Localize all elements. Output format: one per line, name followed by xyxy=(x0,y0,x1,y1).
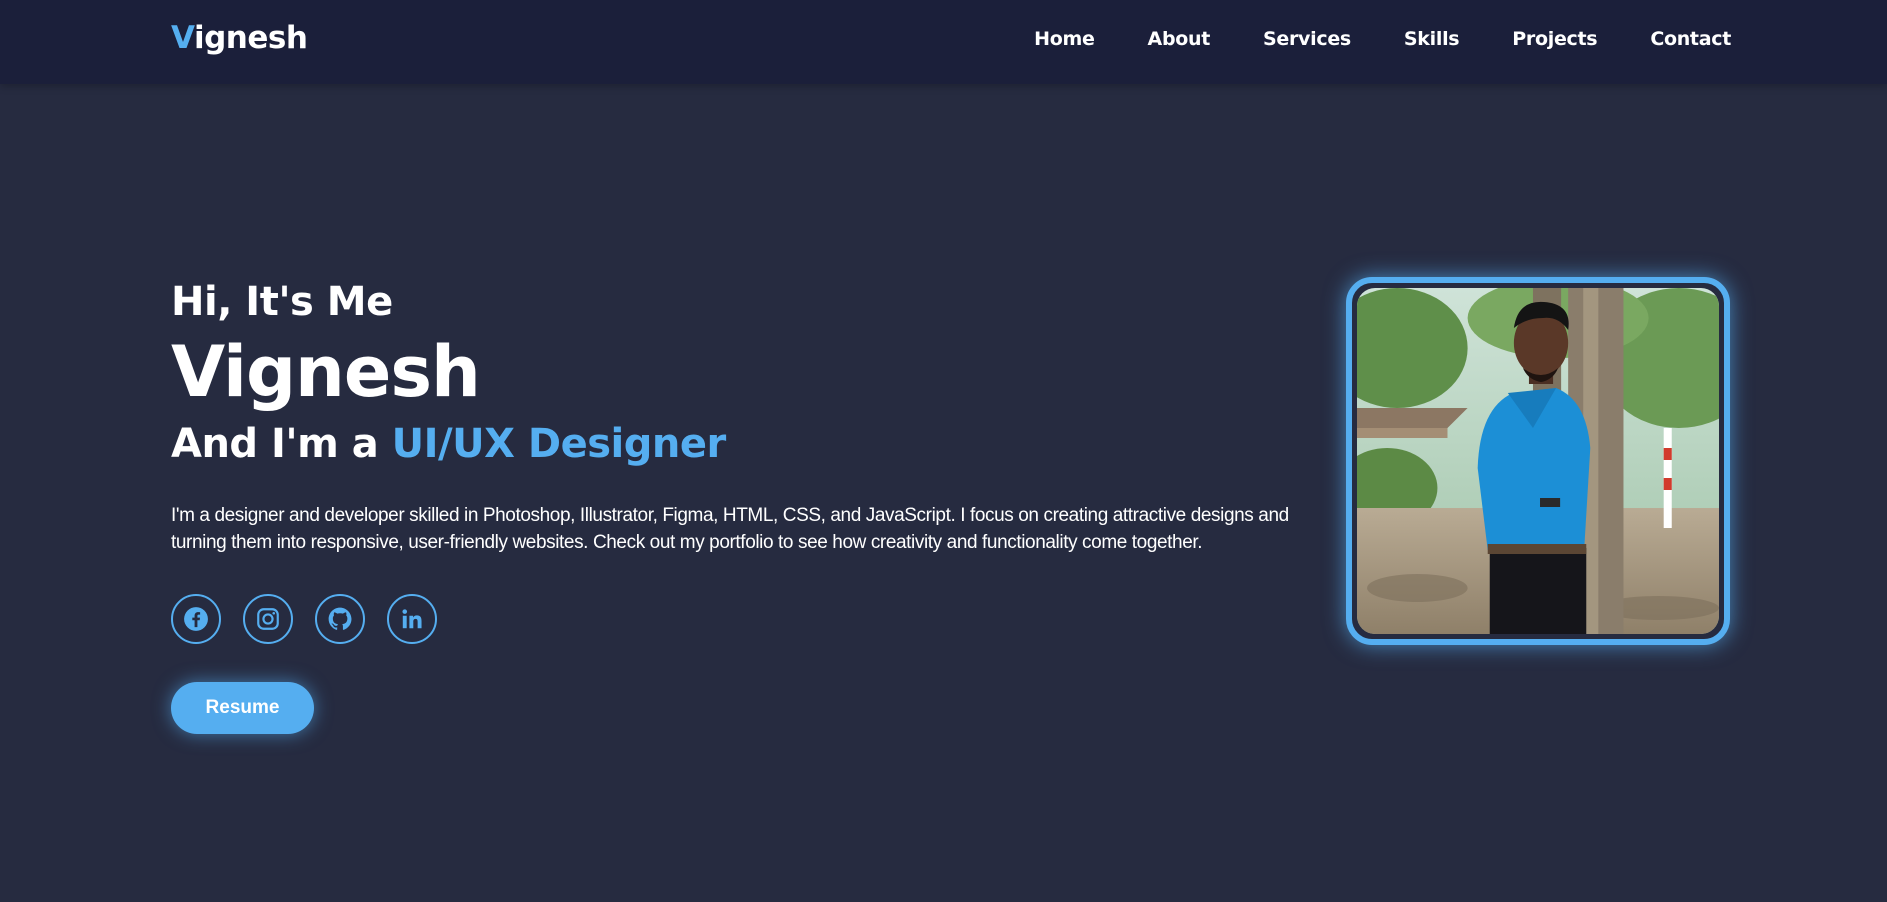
profile-photo-frame xyxy=(1346,277,1730,645)
site-logo[interactable]: Vignesh xyxy=(171,18,308,58)
instagram-link[interactable] xyxy=(243,594,293,644)
nav-home-link[interactable]: Home xyxy=(1034,28,1095,50)
facebook-icon xyxy=(184,607,208,631)
nav-projects-link[interactable]: Projects xyxy=(1512,28,1597,50)
nav-services-link[interactable]: Services xyxy=(1263,28,1351,50)
logo-initial: V xyxy=(171,20,194,56)
role-prefix: And I'm a xyxy=(171,421,392,467)
github-icon xyxy=(328,607,352,630)
linkedin-icon xyxy=(402,609,422,629)
hero-role: And I'm a UI/UX Designer xyxy=(171,414,1331,474)
instagram-icon xyxy=(257,608,279,630)
nav-menu: Home About Services Skills Projects Cont… xyxy=(981,24,1731,54)
role-highlight: UI/UX Designer xyxy=(391,421,727,467)
github-link[interactable] xyxy=(315,594,365,644)
profile-photo-illustration xyxy=(1357,288,1719,634)
logo-text: ignesh xyxy=(193,20,308,56)
profile-photo xyxy=(1357,288,1719,634)
hero-section: Hi, It's Me Vignesh And I'm a UI/UX Desi… xyxy=(171,272,1331,734)
hero-greeting: Hi, It's Me xyxy=(171,279,393,325)
nav-about-link[interactable]: About xyxy=(1148,28,1211,50)
social-links xyxy=(171,594,1331,644)
nav-skills-link[interactable]: Skills xyxy=(1404,28,1460,50)
linkedin-link[interactable] xyxy=(387,594,437,644)
resume-button[interactable]: Resume xyxy=(171,682,314,734)
navbar: Vignesh Home About Services Skills Proje… xyxy=(0,0,1887,84)
hero-bio: I'm a designer and developer skilled in … xyxy=(171,505,1289,553)
facebook-link[interactable] xyxy=(171,594,221,644)
nav-contact-link[interactable]: Contact xyxy=(1650,28,1731,50)
hero-name: Vignesh xyxy=(171,331,481,413)
